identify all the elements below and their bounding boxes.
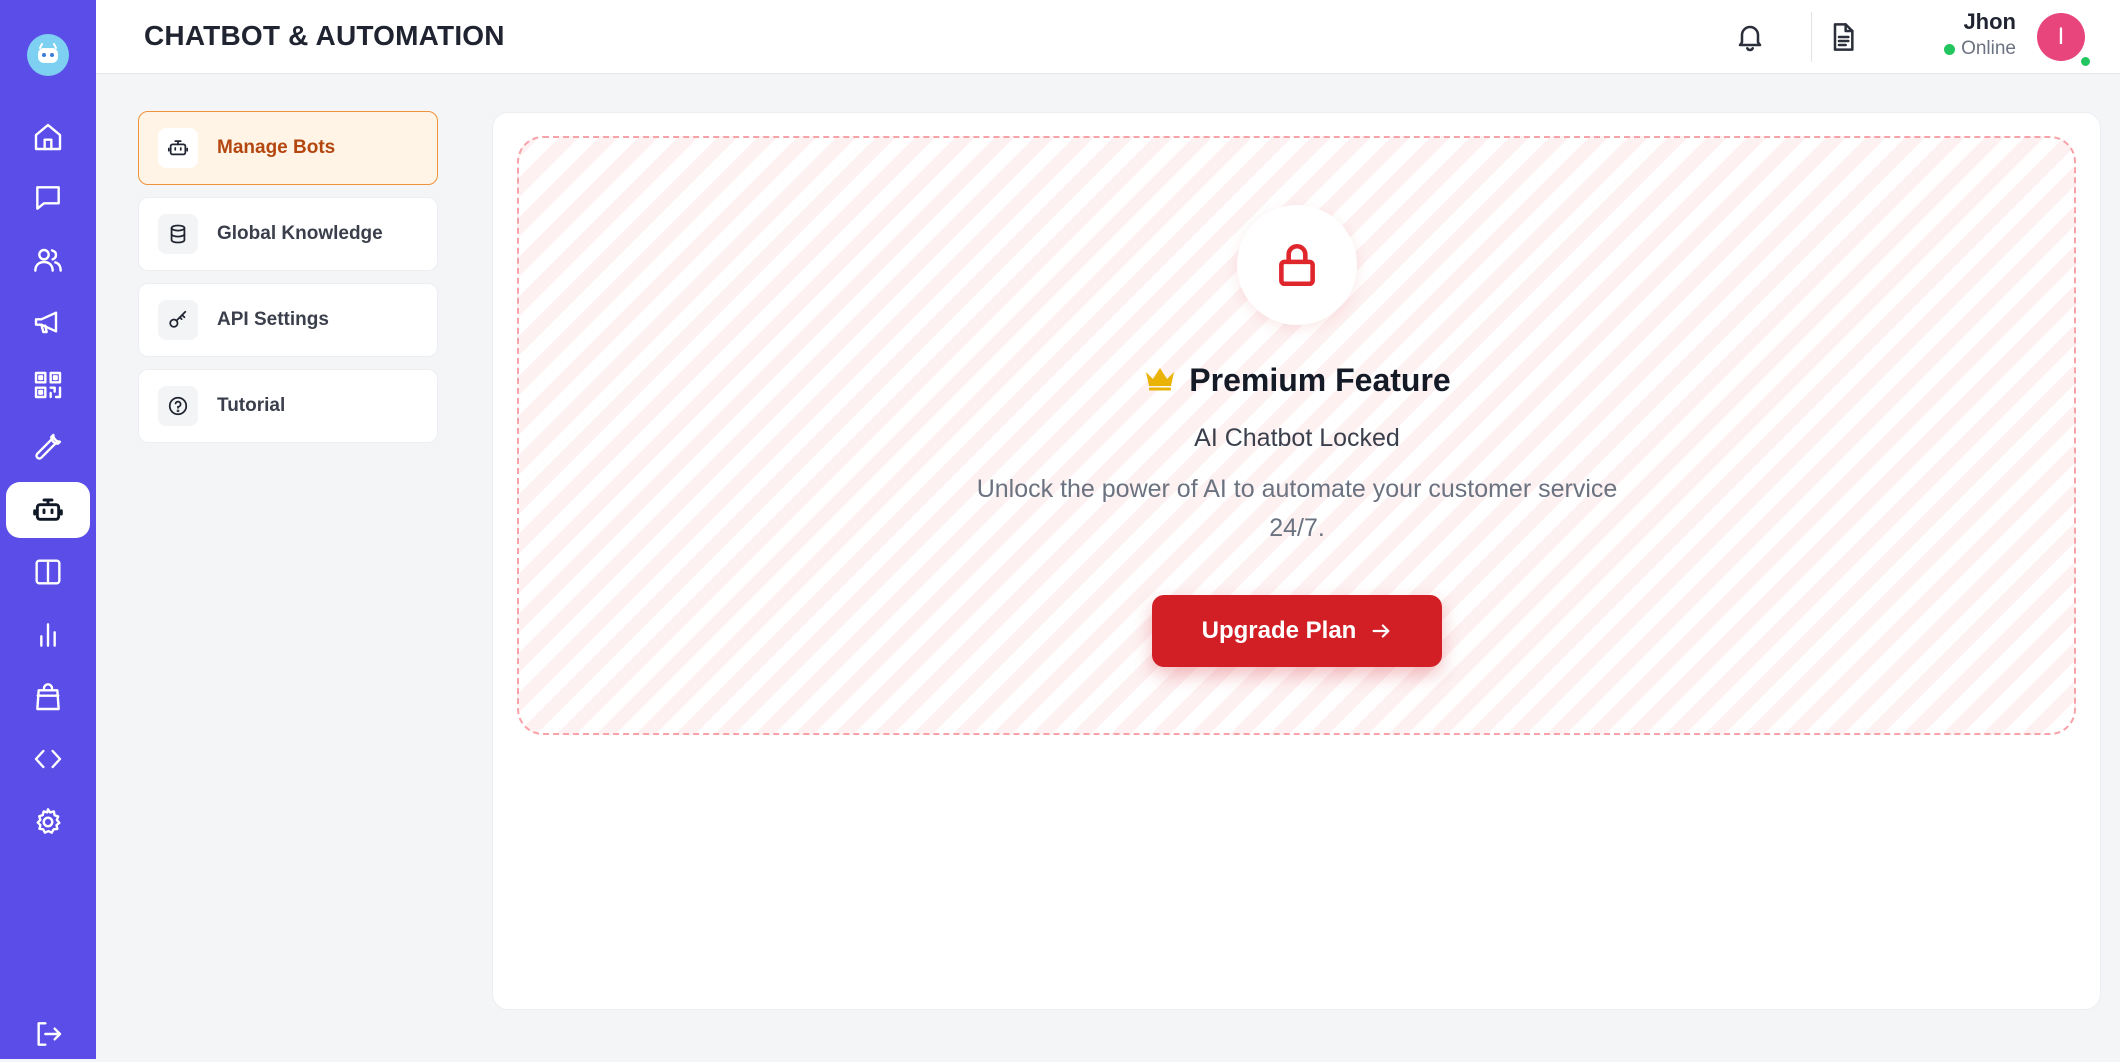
top-header: CHATBOT & AUTOMATION: [96, 0, 2120, 74]
bot-icon: [167, 140, 189, 156]
rail-settings[interactable]: [6, 794, 90, 850]
key-icon: [169, 310, 187, 328]
settings-icon: [36, 808, 61, 834]
arrow-right-icon: [1372, 624, 1390, 638]
subnav-label: API Settings: [217, 309, 329, 330]
premium-title: Premium Feature: [1189, 362, 1451, 398]
rail-analytics[interactable]: [6, 607, 90, 663]
rail-store[interactable]: [6, 669, 90, 725]
rail-developer[interactable]: [6, 731, 90, 787]
rail-home[interactable]: [6, 109, 90, 165]
subnav-icon-box: [158, 214, 198, 254]
shopping-bag-icon: [36, 683, 60, 711]
lock-badge: [1237, 205, 1357, 325]
subnav-global-knowledge[interactable]: Global Knowledge: [138, 197, 438, 271]
database-icon: [170, 224, 186, 244]
lock-icon: [1279, 244, 1315, 287]
crown-icon: [1143, 364, 1177, 397]
app-logo[interactable]: [27, 34, 69, 76]
subnav-label: Manage Bots: [217, 137, 336, 158]
upgrade-plan-label: Upgrade Plan: [1201, 617, 1357, 644]
logout-icon: [37, 1022, 62, 1046]
notifications-button[interactable]: [1731, 18, 1769, 56]
bar-chart-icon: [40, 623, 56, 647]
rail-logout[interactable]: [6, 1006, 90, 1062]
rail-users[interactable]: [6, 232, 90, 288]
rail-layout[interactable]: [6, 544, 90, 600]
bot-icon: [33, 498, 63, 521]
locked-description: Unlock the power of AI to automate your …: [976, 475, 1618, 542]
locked-subtitle: AI Chatbot Locked: [1194, 424, 1400, 452]
subnav-icon-box: [158, 128, 198, 168]
megaphone-icon: [34, 311, 58, 334]
rail-campaigns[interactable]: [6, 294, 90, 350]
rail-chatbot[interactable]: [6, 482, 90, 538]
home-icon: [34, 123, 62, 151]
avatar-online-dot: [2079, 55, 2092, 68]
code-icon: [34, 749, 62, 769]
document-icon: [1833, 23, 1854, 51]
page-title: CHATBOT & AUTOMATION: [144, 20, 505, 51]
subnav-icon-box: [158, 300, 198, 340]
header-divider: [1811, 12, 1812, 62]
users-icon: [34, 248, 62, 272]
user-status: Online: [1944, 38, 2016, 60]
columns-icon: [35, 559, 61, 585]
avatar[interactable]: I: [2037, 13, 2085, 61]
upgrade-plan-button[interactable]: Upgrade Plan: [1152, 595, 1442, 667]
subnav-label: Global Knowledge: [217, 223, 383, 244]
bot-face-logo-icon: [38, 43, 58, 63]
premium-heading: Premium Feature: [0, 362, 2120, 399]
subnav-api-settings[interactable]: API Settings: [138, 283, 438, 357]
rail-chat[interactable]: [6, 170, 90, 226]
documents-button[interactable]: [1824, 18, 1862, 56]
user-status-label: Online: [1961, 38, 2016, 59]
sidebar-rail: [0, 0, 96, 1059]
bell-icon: [1738, 25, 1762, 52]
chat-icon: [36, 186, 60, 210]
user-name: Jhon: [1963, 9, 2016, 34]
online-indicator: [1944, 43, 1956, 55]
subnav-manage-bots[interactable]: Manage Bots: [138, 111, 438, 185]
